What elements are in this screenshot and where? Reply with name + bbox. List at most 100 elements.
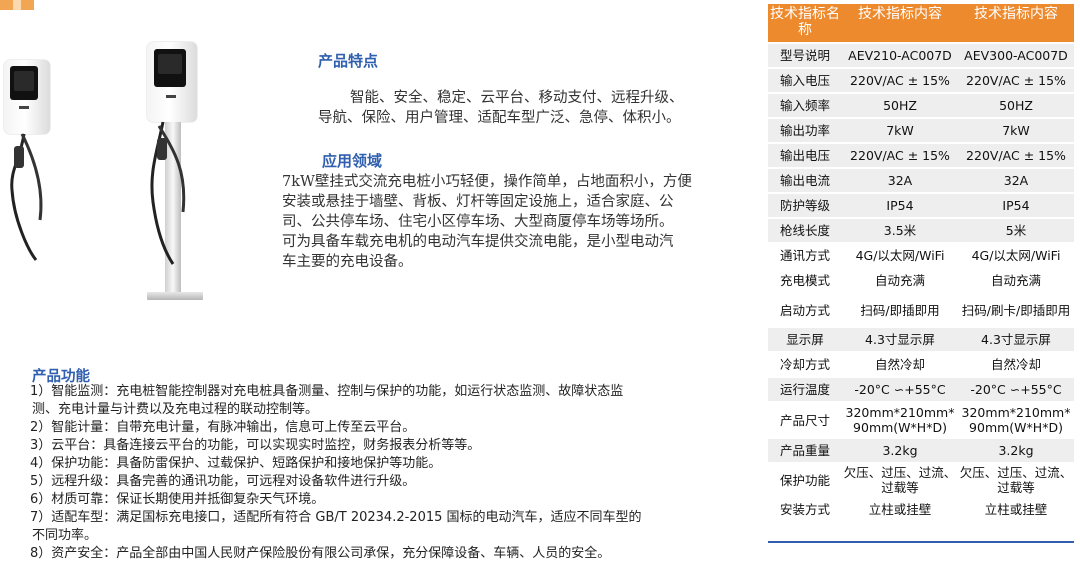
pole-charger-image — [135, 42, 225, 304]
corner-accent-light — [13, 0, 21, 10]
table-row: 启动方式 扫码/即插即用 扫码/刷卡/即插即用 — [768, 293, 1074, 327]
spec-value-a: 220V/AC ± 15% — [842, 68, 958, 93]
table-row: 显示屏 4.3寸显示屏 4.3寸显示屏 — [768, 327, 1074, 352]
table-row: 防护等级 IP54 IP54 — [768, 193, 1074, 218]
application-heading: 应用领域 — [322, 152, 383, 170]
spec-value-b: 4.3寸显示屏 — [958, 327, 1074, 352]
table-row: 充电模式 自动充满 自动充满 — [768, 268, 1074, 293]
spec-name: 输出功率 — [768, 118, 842, 143]
spec-value-b: 220V/AC ± 15% — [958, 68, 1074, 93]
spec-value-b: 7kW — [958, 118, 1074, 143]
spec-value-a: 4G/以太网/WiFi — [842, 243, 958, 268]
spec-value-a: 欠压、过压、过流、过载等 — [842, 463, 958, 497]
spec-value-b: 5米 — [958, 218, 1074, 243]
function-item: 7）适配车型：满足国标充电接口，适配所有符合 GB/T 20234.2-2015… — [30, 510, 642, 525]
spec-value-b: 3.2kg — [958, 438, 1074, 463]
spec-value-b: 50HZ — [958, 93, 1074, 118]
table-row: 通讯方式 4G/以太网/WiFi 4G/以太网/WiFi — [768, 243, 1074, 268]
function-item: 测、充电计量与计费以及充电过程的联动控制等。 — [32, 402, 319, 417]
spec-value-b: 自动充满 — [958, 268, 1074, 293]
table-row: 输出电流 32A 32A — [768, 168, 1074, 193]
table-row: 输出电压 220V/AC ± 15% 220V/AC ± 15% — [768, 143, 1074, 168]
table-row: 枪线长度 3.5米 5米 — [768, 218, 1074, 243]
spec-name: 安装方式 — [768, 497, 842, 522]
spec-name: 启动方式 — [768, 293, 842, 327]
application-line-4: 可为具备车载充电机的电动汽车提供交流电能，是小型电动汽 — [282, 234, 674, 250]
spec-value-b: 立柱或挂壁 — [958, 497, 1074, 522]
spec-value-a: 自然冷却 — [842, 352, 958, 377]
spec-value-b: 欠压、过压、过流、过载等 — [958, 463, 1074, 497]
function-item: 4）保护功能：具备防雷保护、过载保护、短路保护和接地保护等功能。 — [30, 456, 442, 471]
table-row: 输入频率 50HZ 50HZ — [768, 93, 1074, 118]
spec-value-a: -20°C ∽+55°C — [842, 377, 958, 402]
spec-value-a: 自动充满 — [842, 268, 958, 293]
spec-value-b: 4G/以太网/WiFi — [958, 243, 1074, 268]
spec-table: 技术指标名称 技术指标内容 技术指标内容 型号说明 AEV210-AC007D … — [768, 4, 1074, 523]
spec-name: 运行温度 — [768, 377, 842, 402]
function-item: 8）资产安全：产品全部由中国人民财产保险股份有限公司承保，充分保障设备、车辆、人… — [30, 546, 611, 561]
spec-value-b: -20°C ∽+55°C — [958, 377, 1074, 402]
spec-value-b: 自然冷却 — [958, 352, 1074, 377]
spec-value-a: 220V/AC ± 15% — [842, 143, 958, 168]
spec-name: 型号说明 — [768, 43, 842, 68]
spec-name: 显示屏 — [768, 327, 842, 352]
application-line-2: 安装或悬挂于墙壁、背板、灯杆等固定设施上，适合家庭、公 — [282, 194, 674, 210]
spec-name: 冷却方式 — [768, 352, 842, 377]
application-line-1: 7kW壁挂式交流充电桩小巧轻便，操作简单，占地面积小，方便 — [282, 174, 692, 190]
spec-name: 通讯方式 — [768, 243, 842, 268]
spec-value-a: AEV210-AC007D — [842, 43, 958, 68]
spec-value-a: 4.3寸显示屏 — [842, 327, 958, 352]
spec-name: 产品尺寸 — [768, 402, 842, 438]
table-row: 运行温度 -20°C ∽+55°C -20°C ∽+55°C — [768, 377, 1074, 402]
spec-value-a: 立柱或挂壁 — [842, 497, 958, 522]
spec-header-row: 技术指标名称 技术指标内容 技术指标内容 — [768, 4, 1074, 43]
function-item: 3）云平台：具备连接云平台的功能，可以实现实时监控，财务报表分析等等。 — [30, 438, 481, 453]
spec-name: 输入电压 — [768, 68, 842, 93]
table-row: 冷却方式 自然冷却 自然冷却 — [768, 352, 1074, 377]
spec-name: 保护功能 — [768, 463, 842, 497]
spec-value-b: AEV300-AC007D — [958, 43, 1074, 68]
spec-value-a: 3.5米 — [842, 218, 958, 243]
wall-charger-image — [0, 60, 60, 270]
spec-value-b: 32A — [958, 168, 1074, 193]
table-row: 输出功率 7kW 7kW — [768, 118, 1074, 143]
functions-list: 1）智能监测：充电桩智能控制器对充电桩具备测量、控制与保护的功能，如运行状态监测… — [30, 383, 730, 563]
spec-name: 产品重量 — [768, 438, 842, 463]
table-row: 型号说明 AEV210-AC007D AEV300-AC007D — [768, 43, 1074, 68]
spec-name: 输出电流 — [768, 168, 842, 193]
spec-value-b: 扫码/刷卡/即插即用 — [958, 293, 1074, 327]
spec-name: 防护等级 — [768, 193, 842, 218]
table-row: 安装方式 立柱或挂壁 立柱或挂壁 — [768, 497, 1074, 522]
table-row: 保护功能 欠压、过压、过流、过载等 欠压、过压、过流、过载等 — [768, 463, 1074, 497]
spec-header-content-2: 技术指标内容 — [958, 4, 1074, 43]
features-heading: 产品特点 — [318, 52, 379, 70]
application-line-5: 车主要的充电设备。 — [282, 254, 413, 270]
table-bottom-rule — [768, 541, 1074, 543]
spec-value-b: 320mm*210mm*90mm(W*H*D) — [958, 402, 1074, 438]
spec-value-b: 220V/AC ± 15% — [958, 143, 1074, 168]
function-item: 5）远程升级：具备完善的通讯功能，可远程对设备软件进行升级。 — [30, 474, 416, 489]
spec-name: 充电模式 — [768, 268, 842, 293]
spec-value-a: 3.2kg — [842, 438, 958, 463]
function-item: 1）智能监测：充电桩智能控制器对充电桩具备测量、控制与保护的功能，如运行状态监测… — [30, 384, 624, 399]
table-row: 产品重量 3.2kg 3.2kg — [768, 438, 1074, 463]
spec-name: 输入频率 — [768, 93, 842, 118]
features-line-1: 智能、安全、稳定、云平台、移动支付、远程升级、 — [350, 90, 684, 106]
spec-value-b: IP54 — [958, 193, 1074, 218]
spec-header-name: 技术指标名称 — [768, 4, 842, 43]
features-line-2: 导航、保险、用户管理、适配车型广泛、急停、体积小。 — [318, 110, 681, 126]
function-item: 6）材质可靠：保证长期使用并抵御复杂天气环境。 — [30, 492, 325, 507]
spec-value-a: 320mm*210mm*90mm(W*H*D) — [842, 402, 958, 438]
spec-value-a: IP54 — [842, 193, 958, 218]
spec-value-a: 32A — [842, 168, 958, 193]
spec-name: 枪线长度 — [768, 218, 842, 243]
application-line-3: 司、公共停车场、住宅小区停车场、大型商厦停车场等场所。 — [282, 214, 674, 230]
function-item: 不同功率。 — [32, 528, 98, 543]
table-row: 产品尺寸 320mm*210mm*90mm(W*H*D) 320mm*210mm… — [768, 402, 1074, 438]
spec-header-content-1: 技术指标内容 — [842, 4, 958, 43]
spec-value-a: 7kW — [842, 118, 958, 143]
spec-name: 输出电压 — [768, 143, 842, 168]
function-item: 2）智能计量：自带充电计量，有脉冲输出，信息可上传至云平台。 — [30, 420, 416, 435]
table-row: 输入电压 220V/AC ± 15% 220V/AC ± 15% — [768, 68, 1074, 93]
spec-value-a: 50HZ — [842, 93, 958, 118]
